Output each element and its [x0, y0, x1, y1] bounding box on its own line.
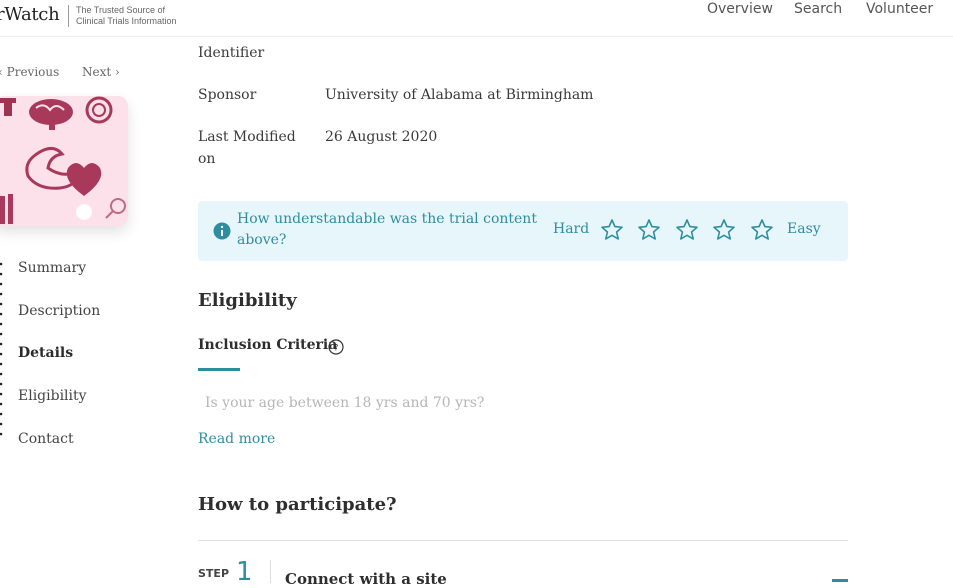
- magnifier-icon: [105, 198, 126, 219]
- info-icon: [213, 222, 231, 240]
- brain-icon: [29, 99, 73, 130]
- inclusion-criteria-title: Inclusion Criteria: [198, 337, 338, 353]
- logo-divider: [68, 5, 69, 27]
- previous-link[interactable]: ‹ Previous: [0, 65, 59, 79]
- step-title[interactable]: Connect with a site: [285, 570, 447, 588]
- rating-question: How understandable was the trial content…: [237, 211, 537, 248]
- star-5-icon[interactable]: [750, 218, 774, 242]
- sidebar-item-summary[interactable]: Summary: [18, 260, 86, 276]
- criteria-question: Is your age between 18 yrs and 70 yrs?: [205, 395, 485, 411]
- sidebar-item-details[interactable]: Details: [18, 345, 73, 361]
- next-label: Next: [82, 65, 112, 79]
- heart-icon: [66, 163, 102, 220]
- previous-label: Previous: [6, 65, 60, 79]
- star-1-icon[interactable]: [600, 218, 624, 242]
- nav-search[interactable]: Search: [794, 1, 842, 17]
- star-2-icon[interactable]: [637, 218, 661, 242]
- nav-volunteer[interactable]: Volunteer: [866, 1, 933, 17]
- chevron-left-icon: ‹: [0, 65, 3, 79]
- help-icon[interactable]: ?: [328, 339, 344, 355]
- nav-overview[interactable]: Overview: [707, 1, 773, 17]
- rating-hard-label: Hard: [553, 221, 590, 237]
- next-link[interactable]: Next ›: [82, 65, 120, 79]
- criteria-underline: [198, 368, 240, 371]
- top-header: rWatch The Trusted Source of Clinical Tr…: [0, 0, 953, 37]
- understandability-rating: How understandable was the trial content…: [198, 201, 848, 261]
- sidebar-item-contact[interactable]: Contact: [18, 431, 74, 447]
- trial-illustration: [0, 96, 128, 226]
- sidebar-item-eligibility[interactable]: Eligibility: [18, 388, 87, 404]
- last-modified-label: Last Modified on: [198, 129, 296, 167]
- star-3-icon[interactable]: [675, 218, 699, 242]
- step-label: STEP: [198, 567, 230, 580]
- sponsor-label: Sponsor: [198, 87, 257, 103]
- eligibility-heading: Eligibility: [198, 290, 297, 311]
- identifier-label: Identifier: [198, 45, 265, 61]
- last-modified-value: 26 August 2020: [325, 129, 438, 145]
- site-tagline: The Trusted Source of Clinical Trials In…: [76, 5, 177, 26]
- step-divider: [270, 560, 271, 583]
- star-4-icon[interactable]: [712, 218, 736, 242]
- site-logo[interactable]: rWatch: [0, 4, 60, 25]
- read-more-link[interactable]: Read more: [198, 431, 275, 447]
- section-divider: [198, 540, 848, 541]
- target-icon: [85, 96, 113, 124]
- sidebar-item-description[interactable]: Description: [18, 303, 100, 319]
- sponsor-value: University of Alabama at Birmingham: [325, 87, 594, 103]
- chevron-right-icon: ›: [115, 65, 120, 79]
- collapse-icon[interactable]: [832, 579, 848, 582]
- progress-dots: [0, 262, 4, 442]
- participate-heading: How to participate?: [198, 494, 397, 515]
- rating-easy-label: Easy: [787, 221, 821, 237]
- svg-text:?: ?: [334, 344, 339, 354]
